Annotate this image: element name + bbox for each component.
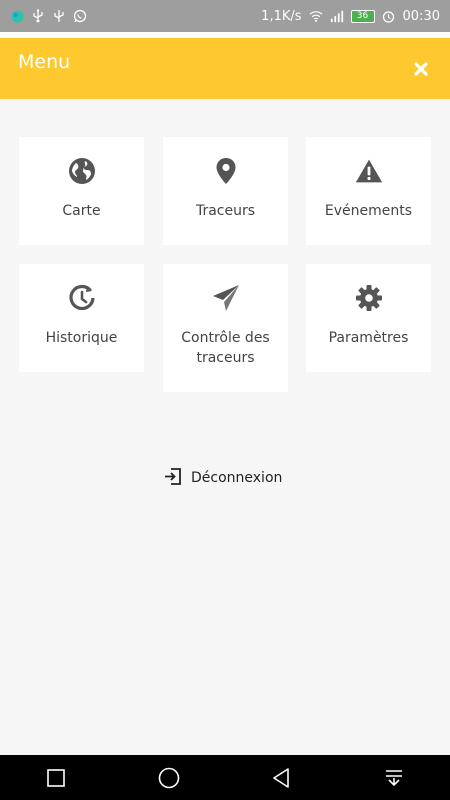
pull-down-icon bbox=[385, 769, 402, 786]
menu-item-label: Carte bbox=[62, 203, 101, 219]
home-button[interactable] bbox=[149, 758, 189, 798]
page-title: Menu bbox=[18, 50, 71, 73]
clock: 00:30 bbox=[402, 8, 440, 24]
circle-icon bbox=[158, 767, 180, 788]
close-button[interactable] bbox=[410, 58, 432, 80]
triangle-back-icon bbox=[273, 767, 290, 788]
usb-icon bbox=[31, 9, 45, 23]
status-bar-system: 1,1K/s 36 00:30 bbox=[261, 9, 440, 24]
menu-header: Menu bbox=[0, 38, 450, 99]
wifi-icon bbox=[308, 9, 323, 23]
logout-label: Déconnexion bbox=[191, 470, 283, 486]
signal-icon bbox=[330, 9, 344, 23]
history-icon bbox=[68, 284, 96, 312]
menu-item-historique[interactable]: Historique bbox=[19, 264, 144, 372]
menu-item-label: Evénements bbox=[324, 203, 413, 219]
network-speed: 1,1K/s bbox=[261, 8, 302, 24]
warning-icon bbox=[355, 157, 383, 185]
logout-button[interactable]: Déconnexion bbox=[164, 466, 282, 490]
close-icon bbox=[414, 61, 428, 76]
menu-item-parametres[interactable]: Paramètres bbox=[306, 264, 431, 372]
battery-level: 36 bbox=[350, 9, 375, 23]
menu-item-carte[interactable]: Carte bbox=[19, 137, 144, 245]
gear-icon bbox=[355, 284, 383, 312]
map-pin-icon bbox=[212, 157, 240, 185]
back-button[interactable] bbox=[261, 758, 301, 798]
square-icon bbox=[47, 768, 66, 787]
system-nav-bar bbox=[0, 755, 450, 800]
whatsapp-icon bbox=[73, 9, 87, 23]
notification-shade-button[interactable] bbox=[374, 758, 414, 798]
menu-item-label: Contrôle des traceurs bbox=[181, 330, 270, 366]
globe-icon bbox=[68, 157, 96, 185]
menu-item-label: Traceurs bbox=[195, 203, 256, 219]
recent-apps-button[interactable] bbox=[36, 758, 76, 798]
alarm-icon bbox=[382, 9, 396, 23]
menu-item-label: Paramètres bbox=[328, 330, 409, 346]
menu-item-label: Historique bbox=[45, 330, 118, 346]
menu-item-controle-des-traceurs[interactable]: Contrôle des traceurs bbox=[163, 264, 288, 392]
status-bar-notifications bbox=[10, 9, 87, 23]
menu-item-evenements[interactable]: Evénements bbox=[306, 137, 431, 245]
paper-plane-icon bbox=[212, 284, 240, 312]
menu-item-traceurs[interactable]: Traceurs bbox=[163, 137, 288, 245]
status-bar: 1,1K/s 36 00:30 bbox=[0, 0, 450, 32]
sign-out-icon bbox=[164, 467, 181, 489]
app-notification-icon bbox=[10, 9, 24, 23]
usb-debug-icon bbox=[52, 9, 66, 23]
